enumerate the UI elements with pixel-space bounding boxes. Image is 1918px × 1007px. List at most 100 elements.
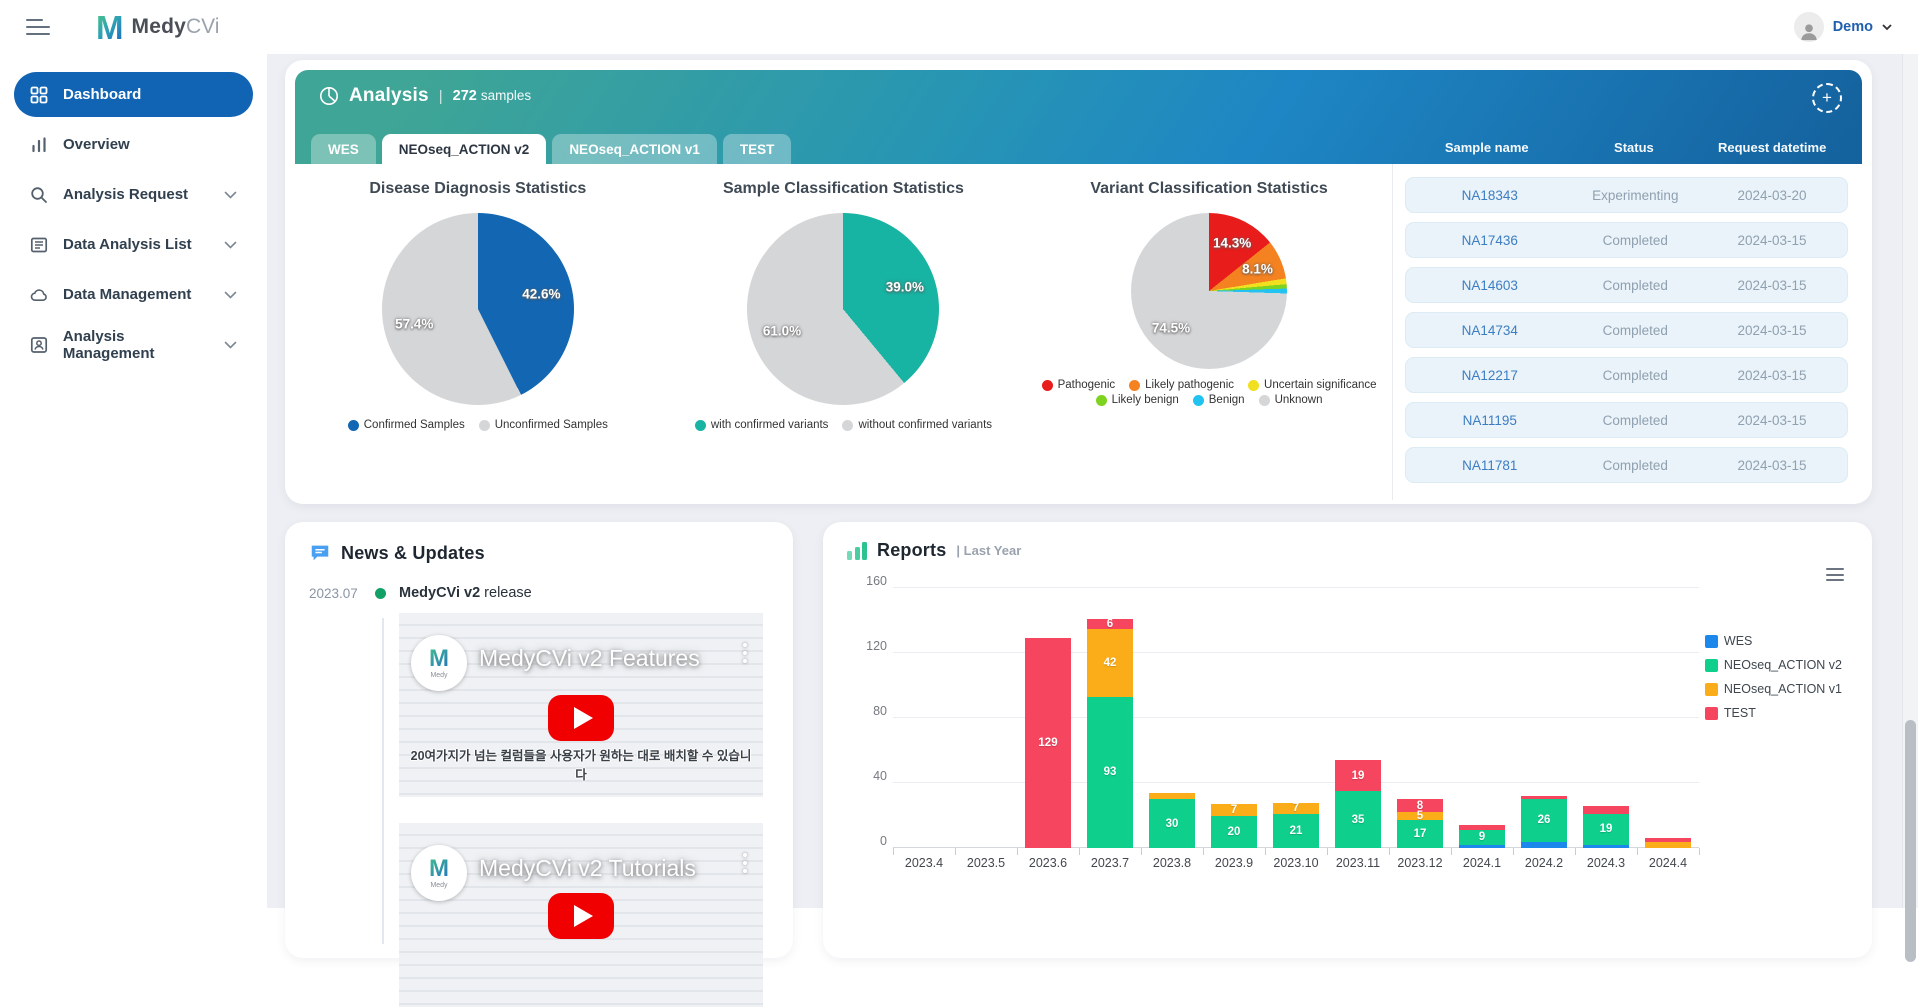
sidebar-item-overview[interactable]: Overview	[14, 122, 253, 167]
bar-segment-test	[1583, 806, 1629, 814]
table-row[interactable]: NA17436Completed2024-03-15	[1405, 222, 1848, 258]
cell-request-datetime: 2024-03-20	[1697, 188, 1847, 203]
bar-slot-2023-10: 217	[1265, 588, 1327, 848]
play-button-icon[interactable]	[548, 695, 614, 741]
cell-sample-name: NA18343	[1406, 188, 1574, 203]
legend-item-neoseq-action-v2: NEOseq_ACTION v2	[1705, 658, 1842, 672]
x-axis-label: 2023.5	[955, 856, 1017, 870]
bar-segment-neoseq-action-v2: 30	[1149, 799, 1195, 848]
cell-sample-name: NA14734	[1406, 323, 1574, 338]
x-axis-label: 2023.7	[1079, 856, 1141, 870]
pie-slice-label: 61.0%	[763, 324, 801, 339]
sidebar-item-data-management[interactable]: Data Management	[14, 272, 253, 317]
pie-chart-icon	[319, 86, 339, 106]
sidebar-item-data-analysis-list[interactable]: Data Analysis List	[14, 222, 253, 267]
table-row[interactable]: NA18343Experimenting2024-03-20	[1405, 177, 1848, 213]
sidebar-item-analysis-request[interactable]: Analysis Request	[14, 172, 253, 217]
stacked-bar: 129	[1025, 638, 1071, 848]
sidebar-item-dashboard[interactable]: Dashboard	[14, 72, 253, 117]
add-analysis-button[interactable]: +	[1812, 83, 1842, 113]
pie-slice-label: 74.5%	[1152, 320, 1190, 335]
x-axis-tick	[955, 848, 956, 855]
x-axis-label: 2023.6	[1017, 856, 1079, 870]
bar-segment-neoseq-action-v1: 5	[1397, 812, 1443, 820]
pie-chart: 42.6%57.4%	[382, 213, 574, 405]
sidebar-item-analysis-management[interactable]: Analysis Management	[14, 322, 253, 367]
video-list: MedyCVi v2 FeaturesMMedy20여가지가 넘는 컬럼들을 사…	[399, 613, 763, 1007]
table-row[interactable]: NA12217Completed2024-03-15	[1405, 357, 1848, 393]
bar-slot-2023-6: 129	[1017, 588, 1079, 848]
video-caption: 20여가지가 넘는 컬럼들을 사용자가 원하는 대로 배치할 수 있습니다	[399, 745, 763, 783]
sidebar-item-label: Data Management	[63, 286, 191, 303]
bar-chart-icon	[28, 136, 50, 154]
x-axis-tick	[893, 848, 894, 855]
chart-menu-icon[interactable]	[1826, 568, 1844, 581]
legend-item-unknown: Unknown	[1259, 394, 1323, 406]
x-axis-label: 2023.12	[1389, 856, 1451, 870]
sidebar-item-label: Dashboard	[63, 86, 141, 103]
bar-slot-2024-3: 19	[1575, 588, 1637, 848]
pie-slice-label: 57.4%	[395, 317, 433, 332]
analysis-title: Analysis	[349, 85, 429, 107]
bar-segment-test: 129	[1025, 638, 1071, 848]
stacked-bar	[1645, 838, 1691, 848]
user-avatar	[1794, 12, 1824, 42]
tab-test[interactable]: TEST	[723, 134, 792, 164]
bar-chart-mini-icon	[847, 542, 867, 560]
stacked-bar: 93426	[1087, 619, 1133, 848]
legend-dot	[1259, 395, 1270, 406]
video-thumbnail-medycvi-v2-tutorials[interactable]: MedyCVi v2 TutorialsMMedy	[399, 823, 763, 1007]
list-icon	[28, 236, 50, 254]
bar-slot-2023-7: 93426	[1079, 588, 1141, 848]
legend-item-with-confirmed-variants: with confirmed variants	[695, 419, 829, 431]
x-axis-label: 2023.11	[1327, 856, 1389, 870]
legend-swatch	[1705, 707, 1718, 720]
tab-wes[interactable]: WES	[311, 134, 376, 164]
pie-title: Sample Classification Statistics	[723, 180, 964, 198]
x-axis-tick	[1699, 848, 1700, 855]
news-event: MedyCVi v2 release	[399, 585, 532, 601]
user-menu[interactable]: Demo	[1794, 12, 1892, 42]
y-axis-tick-label: 0	[880, 834, 887, 848]
brand-name-light: CVi	[186, 15, 219, 38]
timeline-line	[382, 618, 384, 944]
more-options-icon[interactable]	[743, 643, 747, 663]
video-thumbnail-medycvi-v2-features[interactable]: MedyCVi v2 FeaturesMMedy20여가지가 넘는 컬럼들을 사…	[399, 613, 763, 797]
table-row[interactable]: NA14734Completed2024-03-15	[1405, 312, 1848, 348]
stacked-bar: 26	[1521, 796, 1567, 848]
cell-status: Completed	[1574, 323, 1697, 338]
reports-subtitle: | Last Year	[956, 543, 1021, 558]
play-button-icon[interactable]	[548, 893, 614, 939]
bar-slot-2023-4	[893, 588, 955, 848]
tab-neoseq-action-v2[interactable]: NEOseq_ACTION v2	[382, 134, 547, 164]
y-axis-tick-label: 120	[866, 639, 887, 653]
table-row[interactable]: NA11195Completed2024-03-15	[1405, 402, 1848, 438]
x-axis-label: 2023.9	[1203, 856, 1265, 870]
caret-down-icon	[1882, 24, 1892, 31]
menu-toggle-icon[interactable]	[26, 19, 50, 36]
bar-segment-neoseq-action-v2: 21	[1273, 814, 1319, 848]
cell-sample-name: NA14603	[1406, 278, 1574, 293]
tab-neoseq-action-v1[interactable]: NEOseq_ACTION v1	[552, 134, 717, 164]
sidebar-item-label: Data Analysis List	[63, 236, 192, 253]
table-row[interactable]: NA11781Completed2024-03-15	[1405, 447, 1848, 483]
page-scrollbar[interactable]	[1902, 54, 1918, 908]
cell-request-datetime: 2024-03-15	[1697, 458, 1847, 473]
bar-segment-test: 19	[1335, 760, 1381, 791]
stacked-bar: 30	[1149, 793, 1195, 848]
user-label: Demo	[1833, 19, 1873, 35]
logo-mark-m: M	[96, 11, 124, 44]
more-options-icon[interactable]	[743, 853, 747, 873]
bar-plot: 0408012016012993426302072173519175892619…	[893, 588, 1699, 848]
stacked-bar: 217	[1273, 803, 1319, 849]
pie-slice-label: 8.1%	[1242, 262, 1273, 277]
bar-slot-2023-11: 3519	[1327, 588, 1389, 848]
pie-block-disease-diagnosis-statistics: Disease Diagnosis Statistics42.6%57.4%Co…	[295, 180, 661, 500]
scrollbar-thumb[interactable]	[1905, 720, 1916, 962]
analysis-header: Analysis | 272samples + WESNEOseq_ACTION…	[295, 70, 1862, 164]
pie-title: Variant Classification Statistics	[1090, 180, 1327, 198]
pie-chart: 39.0%61.0%	[747, 213, 939, 405]
sample-table: NA18343Experimenting2024-03-20 NA17436Com…	[1392, 164, 1862, 500]
y-axis-tick-label: 40	[873, 769, 887, 783]
table-row[interactable]: NA14603Completed2024-03-15	[1405, 267, 1848, 303]
